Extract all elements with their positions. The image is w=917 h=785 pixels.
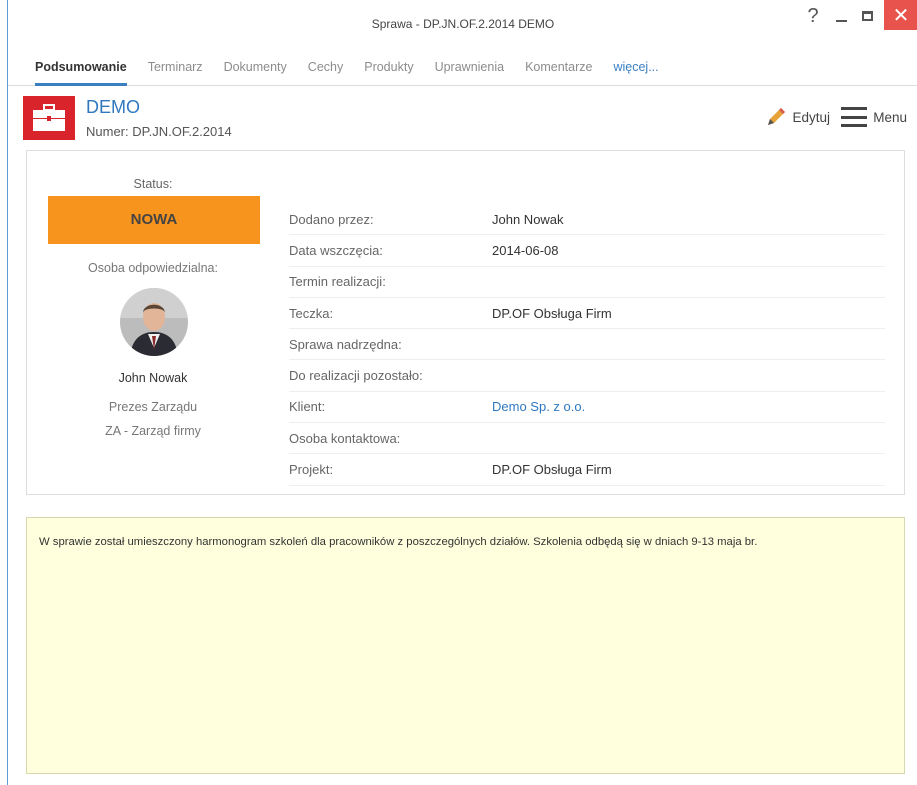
status-badge[interactable]: NOWA (48, 196, 260, 244)
field-value: John Nowak (492, 211, 564, 227)
window-title: Sprawa - DP.JN.OF.2.2014 DEMO (371, 17, 555, 31)
field-row-start-date: Data wszczęcia: 2014-06-08 (289, 235, 885, 267)
status-label: Status: (133, 177, 173, 191)
field-value: 2014-06-08 (492, 242, 559, 258)
tab-bar: Podsumowanie Terminarz Dokumenty Cechy P… (8, 48, 917, 86)
tab-comments[interactable]: Komentarze (514, 48, 602, 86)
person-department: ZA - Zarząd firmy (105, 424, 201, 438)
pencil-icon (768, 108, 786, 125)
field-label: Do realizacji pozostało: (289, 368, 423, 384)
tab-permissions[interactable]: Uprawnienia (424, 48, 514, 86)
hamburger-icon (841, 107, 868, 127)
menu-label: Menu (873, 109, 907, 125)
field-label: Sprawa nadrzędna: (289, 336, 402, 352)
maximize-icon[interactable] (854, 0, 880, 32)
description-note[interactable]: W sprawie został umieszczony harmonogram… (26, 517, 905, 774)
field-row-added-by: Dodano przez: John Nowak (289, 204, 885, 236)
details-list: Dodano przez: John Nowak Data wszczęcia:… (289, 204, 885, 486)
field-label: Projekt: (289, 462, 334, 478)
summary-card: Status: NOWA Osoba odpowiedzialna: John … (26, 150, 905, 495)
briefcase-icon (23, 96, 75, 140)
field-row-parent-case: Sprawa nadrzędna: (289, 329, 885, 361)
note-text: W sprawie został umieszczony harmonogram… (39, 536, 758, 548)
field-label: Termin realizacji: (289, 274, 386, 290)
tab-features[interactable]: Cechy (297, 48, 353, 86)
field-label: Dodano przez: (289, 211, 374, 227)
field-row-client: Klient: Demo Sp. z o.o. (289, 392, 885, 424)
status-panel: Status: NOWA Osoba odpowiedzialna: John … (27, 151, 279, 496)
case-number: Numer: DP.JN.OF.2.2014 (86, 124, 232, 139)
person-name[interactable]: John Nowak (27, 371, 279, 385)
field-row-project: Projekt: DP.OF Obsługa Firm (289, 454, 885, 486)
edit-button[interactable]: Edytuj (766, 107, 830, 127)
avatar[interactable] (120, 288, 188, 356)
field-row-folder: Teczka: DP.OF Obsługa Firm (289, 298, 885, 330)
field-label: Klient: (289, 399, 326, 415)
field-row-deadline: Termin realizacji: (289, 267, 885, 298)
person-role: Prezes Zarządu (108, 400, 198, 414)
minimize-icon[interactable] (828, 0, 854, 32)
field-label: Data wszczęcia: (289, 242, 383, 258)
tab-more[interactable]: więcej... (602, 48, 668, 86)
tab-documents[interactable]: Dokumenty (213, 48, 297, 86)
responsible-label: Osoba odpowiedzialna: (88, 261, 218, 275)
title-bar: Sprawa - DP.JN.OF.2.2014 DEMO ? ✕ (8, 0, 917, 48)
field-label: Teczka: (289, 305, 334, 321)
edit-label: Edytuj (792, 109, 830, 125)
tab-products[interactable]: Produkty (353, 48, 423, 86)
client-link[interactable]: Demo Sp. z o.o. (492, 399, 585, 414)
case-header: DEMO Numer: DP.JN.OF.2.2014 Edytuj Menu (8, 87, 917, 149)
case-window: Sprawa - DP.JN.OF.2.2014 DEMO ? ✕ Podsum… (7, 0, 917, 785)
field-row-contact-person: Osoba kontaktowa: (289, 423, 885, 455)
window-controls: ? ✕ (800, 0, 917, 34)
menu-button[interactable]: Menu (841, 107, 907, 127)
tab-schedule[interactable]: Terminarz (137, 48, 213, 86)
close-icon[interactable]: ✕ (884, 0, 917, 30)
case-title[interactable]: DEMO (86, 97, 140, 118)
field-value: DP.OF Obsługa Firm (492, 305, 612, 321)
field-label: Osoba kontaktowa: (289, 430, 401, 446)
field-row-time-remaining: Do realizacji pozostało: (289, 360, 885, 392)
help-icon[interactable]: ? (800, 0, 826, 32)
tab-summary[interactable]: Podsumowanie (24, 48, 137, 86)
field-value: DP.OF Obsługa Firm (492, 462, 612, 478)
